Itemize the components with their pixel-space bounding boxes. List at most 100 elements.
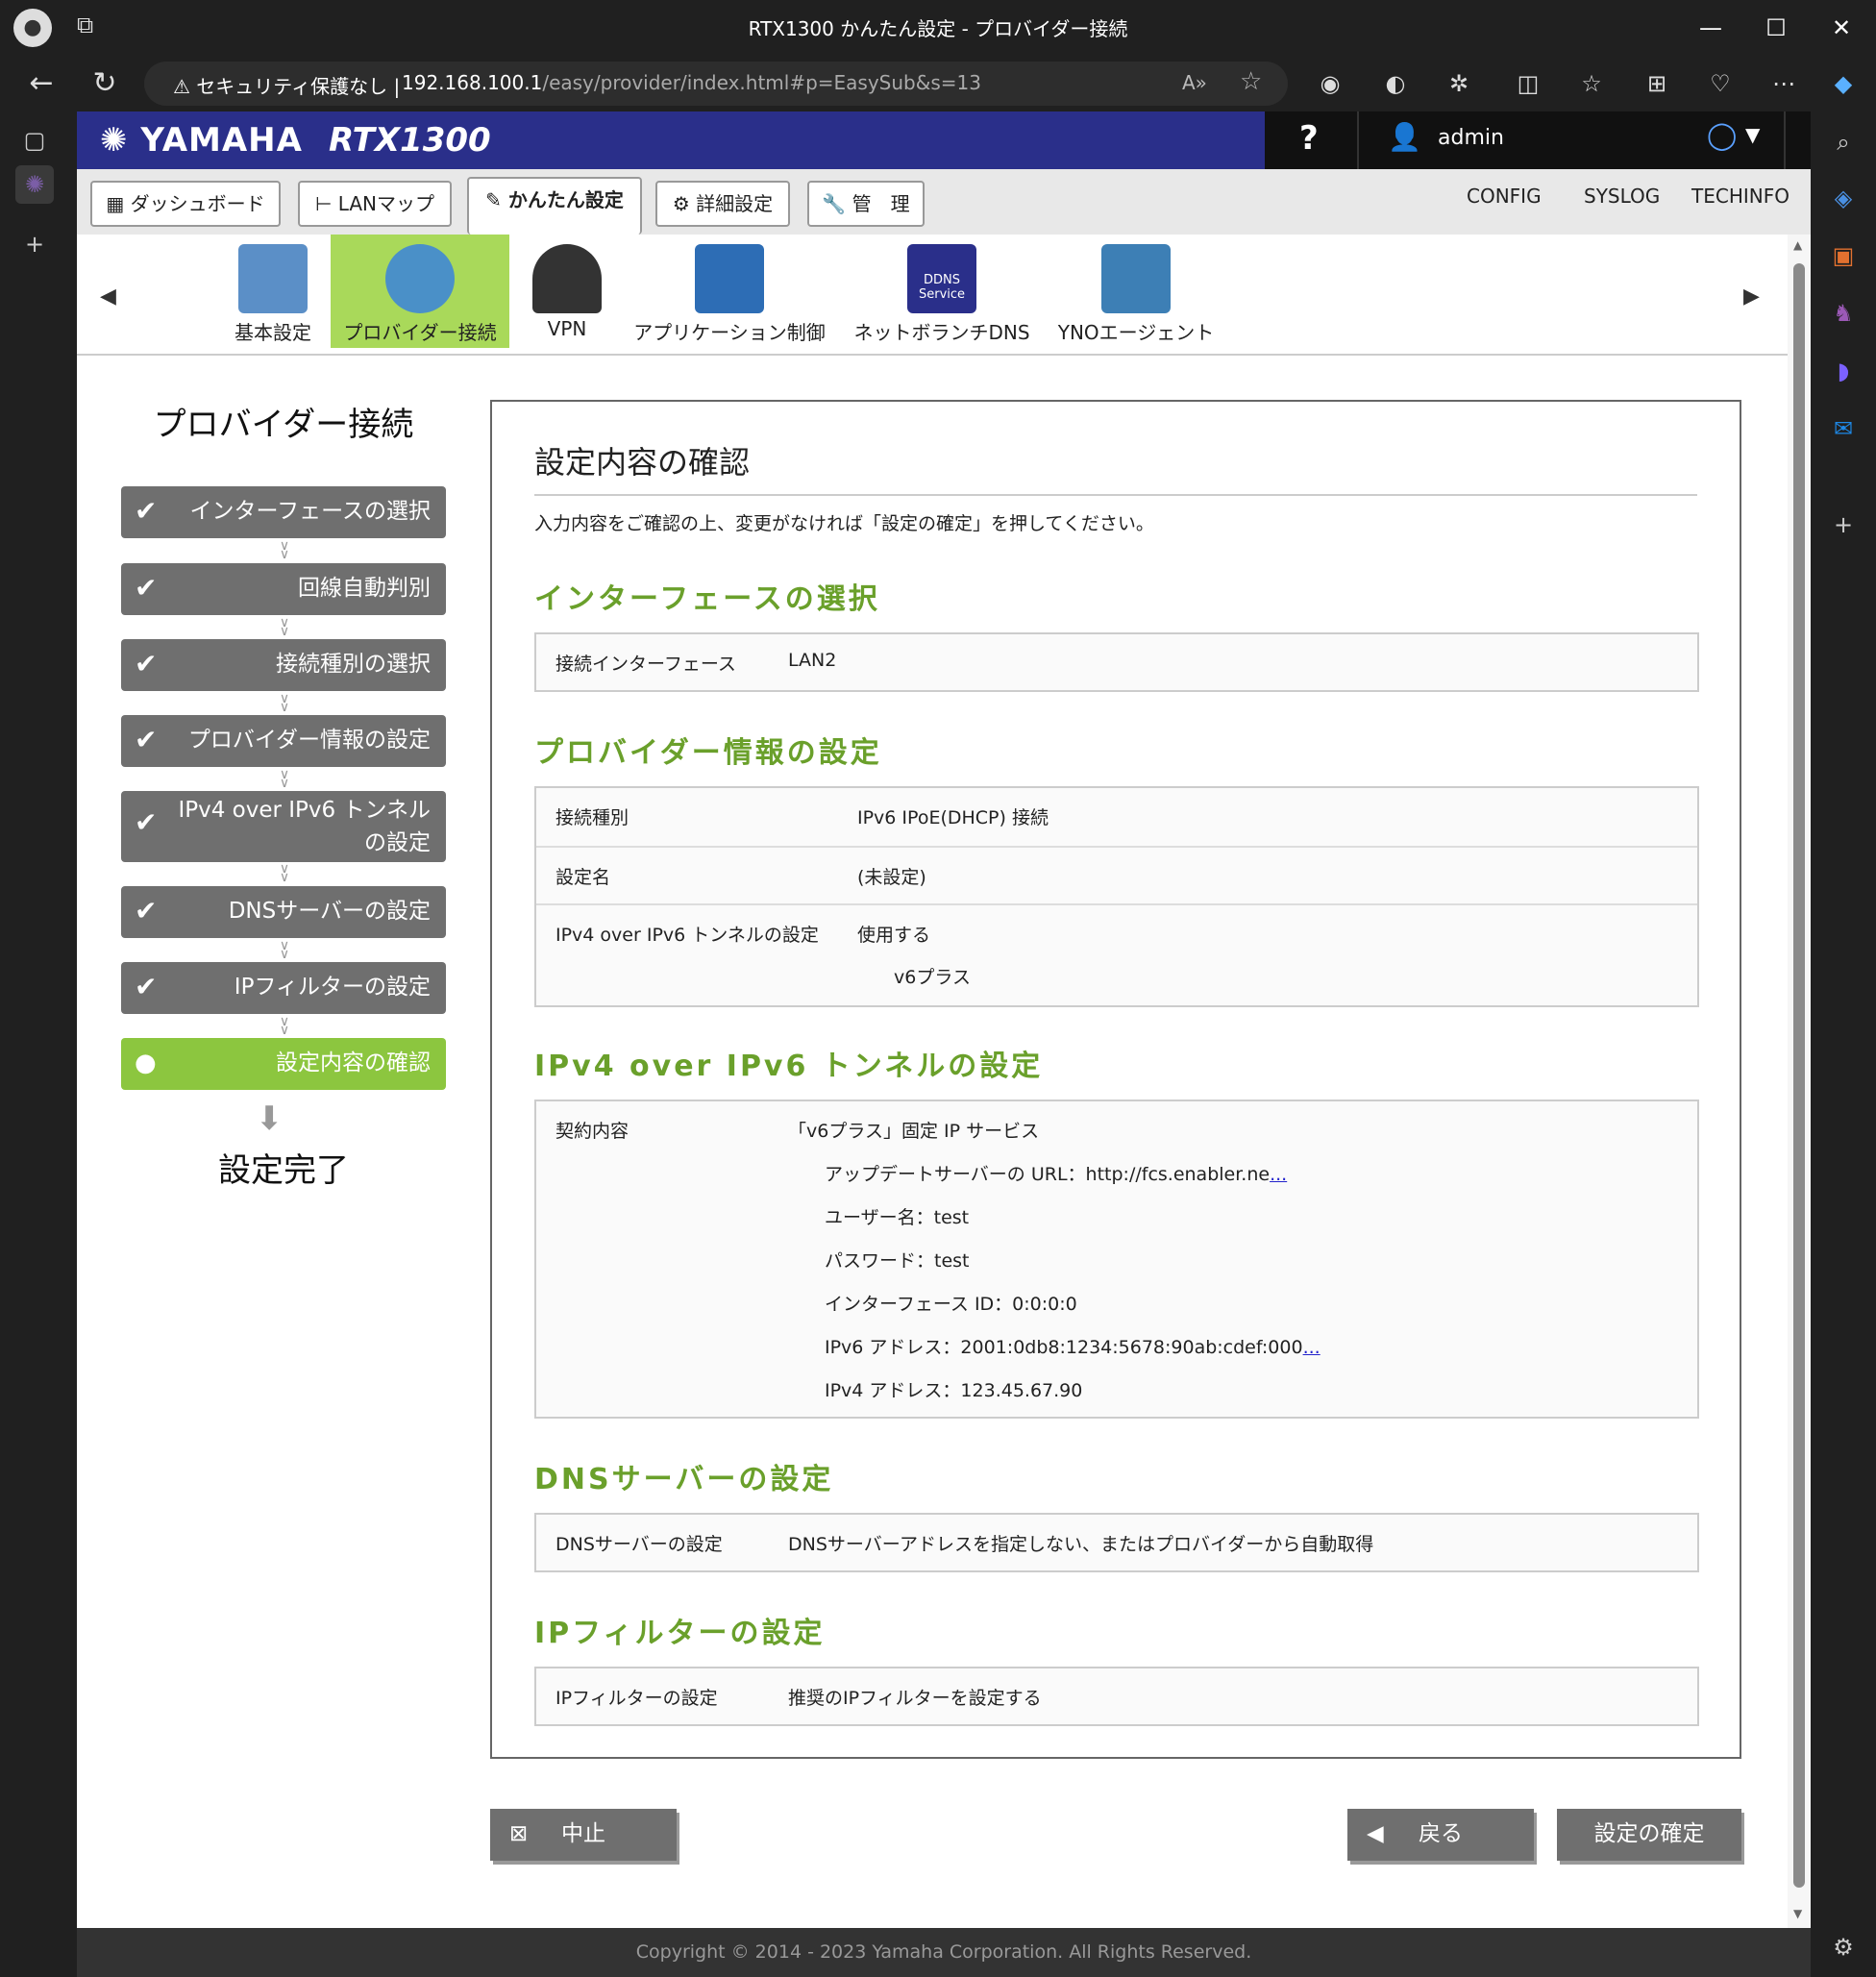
extension-icon[interactable]: ◐: [1376, 63, 1415, 104]
step-confirm[interactable]: ● 設定内容の確認: [121, 1038, 446, 1090]
tab-actions-icon[interactable]: ▢: [15, 121, 54, 160]
back-arrow-icon: ◀: [1367, 1821, 1384, 1846]
wand-icon: ✎: [485, 188, 502, 211]
field-label: 設定名: [555, 867, 611, 888]
field-value: IPv6 アドレス：2001:0db8:1234:5678:90ab:cdef:…: [825, 1337, 1303, 1358]
more-link[interactable]: ...: [1303, 1337, 1321, 1358]
favorites-icon[interactable]: ☆: [1572, 63, 1611, 104]
section-heading-dns: DNSサーバーの設定: [534, 1463, 834, 1496]
app-yno-agent[interactable]: YNOエージェント: [1049, 235, 1222, 348]
url-text[interactable]: 192.168.100.1/easy/provider/index.html#p…: [402, 71, 981, 94]
tab-label: LANマップ: [337, 192, 435, 215]
shopping-icon[interactable]: ◈: [1824, 179, 1863, 217]
step-interface[interactable]: ✔ インターフェースの選択: [121, 486, 446, 538]
app-provider-connection[interactable]: プロバイダー接続: [331, 235, 509, 348]
chevron-down-icon: ∨ ∨: [279, 1014, 290, 1038]
step-dns[interactable]: ✔ DNSサーバーの設定: [121, 886, 446, 938]
search-icon[interactable]: ⌕: [1824, 123, 1863, 161]
outlook-icon[interactable]: ✉: [1824, 409, 1863, 448]
step-label: DNSサーバーの設定: [228, 899, 431, 924]
step-tunnel[interactable]: ✔ IPv4 over IPv6 トンネル の設定: [121, 791, 446, 862]
field-value: アップデートサーバーの URL：http://fcs.enabler.ne: [825, 1164, 1271, 1185]
settings-gear-icon[interactable]: ⚙: [1824, 1928, 1863, 1966]
read-aloud-icon[interactable]: A»: [1182, 71, 1207, 94]
security-warning[interactable]: ⚠ セキュリティ保護なし |: [173, 71, 400, 99]
scroll-right-icon[interactable]: ▶: [1743, 284, 1760, 309]
app-vpn[interactable]: VPN: [519, 235, 615, 348]
field-label: 契約内容: [555, 1121, 629, 1142]
field-value-sub: v6プラス: [894, 967, 971, 988]
tab-advanced[interactable]: ⚙ 詳細設定: [655, 181, 790, 227]
window-title: RTX1300 かんたん設定 - プロバイダー接続: [748, 17, 1128, 40]
check-icon: ✔: [135, 572, 158, 604]
more-link[interactable]: ...: [1270, 1164, 1287, 1185]
field-label: 接続インターフェース: [555, 654, 736, 675]
scroll-thumb[interactable]: [1793, 263, 1805, 1888]
confirm-button[interactable]: 設定の確定: [1557, 1809, 1741, 1861]
tab-management[interactable]: 🔧 管 理: [807, 181, 925, 227]
back-icon[interactable]: ←: [19, 63, 63, 104]
collections-icon[interactable]: ⊞: [1638, 63, 1676, 104]
address-bar[interactable]: ⚠ セキュリティ保護なし | 192.168.100.1/easy/provid…: [144, 62, 1288, 106]
copilot-side-icon[interactable]: ◗: [1824, 352, 1863, 390]
more-icon[interactable]: ⋯: [1765, 63, 1803, 104]
tools-icon[interactable]: ▣: [1824, 236, 1863, 275]
link-config[interactable]: CONFIG: [1467, 185, 1542, 208]
new-tab-icon[interactable]: +: [15, 225, 54, 263]
dashboard-icon: ▦: [106, 192, 125, 215]
copyright-footer: Copyright © 2014 - 2023 Yamaha Corporati…: [77, 1928, 1811, 1977]
interface-box: 接続インターフェース LAN2: [534, 632, 1699, 692]
username[interactable]: admin: [1438, 126, 1504, 150]
step-label: 設定内容の確認: [276, 1050, 431, 1075]
username-value: ユーザー名：test: [825, 1207, 970, 1228]
step-auto-detect[interactable]: ✔ 回線自動判別: [121, 563, 446, 615]
cancel-button[interactable]: ⊠ 中止: [490, 1809, 677, 1861]
maximize-icon[interactable]: ☐: [1747, 8, 1805, 48]
app-netvolante-dns[interactable]: DDNS Service ネットボランチDNS: [846, 235, 1038, 348]
gear-icon: ⚙: [672, 192, 690, 215]
router-header: ✺ YAMAHA RTX1300 ? 👤 admin ◯ ▼ 🔔: [77, 111, 1811, 169]
close-icon[interactable]: ✕: [1813, 8, 1870, 48]
minimize-icon[interactable]: —: [1682, 8, 1740, 48]
tab-dashboard[interactable]: ▦ ダッシュボード: [90, 181, 281, 227]
link-syslog[interactable]: SYSLOG: [1584, 185, 1660, 208]
step-connection-type[interactable]: ✔ 接続種別の選択: [121, 639, 446, 691]
back-button[interactable]: ◀ 戻る: [1347, 1809, 1534, 1861]
help-button[interactable]: ?: [1299, 119, 1319, 158]
model-name: RTX1300: [329, 121, 491, 160]
games-icon[interactable]: ♞: [1824, 294, 1863, 333]
tab-label: 管 理: [852, 192, 910, 215]
health-icon[interactable]: ♡: [1701, 63, 1740, 104]
favorite-star-icon[interactable]: ☆: [1240, 67, 1262, 96]
add-sidebar-icon[interactable]: +: [1824, 506, 1863, 544]
scroll-up-icon[interactable]: ▲: [1793, 238, 1802, 252]
page-scrollbar[interactable]: ▲ ▼: [1788, 235, 1811, 1928]
refresh-icon[interactable]: ↻: [83, 63, 127, 104]
user-icon: 👤: [1388, 121, 1421, 153]
split-screen-icon[interactable]: ◫: [1509, 63, 1547, 104]
field-value: DNSサーバーアドレスを指定しない、またはプロバイダーから自動取得: [788, 1534, 1374, 1555]
copilot-icon[interactable]: ◆: [1824, 63, 1863, 104]
record-icon[interactable]: ◉: [1311, 63, 1349, 104]
scroll-down-icon[interactable]: ▼: [1793, 1907, 1802, 1920]
tab-easy-setup[interactable]: ✎ かんたん設定: [467, 177, 642, 235]
refresh-status-icon[interactable]: ◯: [1707, 119, 1737, 151]
chevron-down-icon[interactable]: ▼: [1745, 123, 1760, 146]
chevron-down-icon: ∨ ∨: [279, 691, 290, 715]
step-label: プロバイダー情報の設定: [187, 728, 431, 753]
step-provider-info[interactable]: ✔ プロバイダー情報の設定: [121, 715, 446, 767]
scroll-left-icon[interactable]: ◀: [100, 284, 116, 309]
step-ip-filter[interactable]: ✔ IPフィルターの設定: [121, 962, 446, 1014]
link-techinfo[interactable]: TECHINFO: [1691, 185, 1790, 208]
table-row: 設定名 (未設定): [536, 846, 1697, 903]
tunnel-box: 契約内容 「v6プラス」固定 IP サービス アップデートサーバーの URL：h…: [534, 1100, 1699, 1419]
field-value: 使用する: [857, 925, 931, 946]
puzzle-icon[interactable]: ✲: [1440, 63, 1478, 104]
tab-favicon-icon[interactable]: ✺: [15, 165, 54, 204]
tools-icon: [238, 244, 308, 313]
ipfilter-box: IPフィルターの設定 推奨のIPフィルターを設定する: [534, 1667, 1699, 1726]
check-icon: ✔: [135, 806, 158, 838]
tab-lan-map[interactable]: ⊢ LANマップ: [298, 181, 452, 227]
step-label: IPv4 over IPv6 トンネル: [178, 798, 431, 823]
app-application-control[interactable]: アプリケーション制御: [629, 235, 830, 348]
